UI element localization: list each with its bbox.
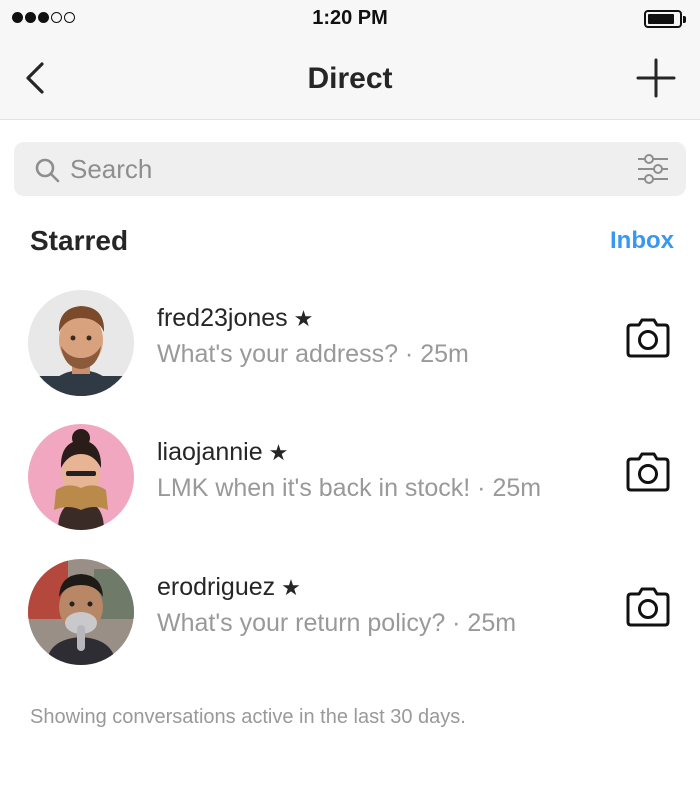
search-icon <box>35 158 60 183</box>
star-icon: ★ <box>281 575 301 600</box>
star-icon: ★ <box>293 306 314 331</box>
thread-username: fred23jones ★ <box>157 304 313 333</box>
search-input[interactable] <box>70 150 630 188</box>
page-title: Direct <box>307 62 393 95</box>
avatar <box>28 290 134 396</box>
thread-row[interactable]: liaojannie ★ LMK when it's back in stock!… <box>0 418 700 538</box>
thread-row[interactable]: fred23jones ★ What's your address? · 25m <box>0 284 700 404</box>
battery-level <box>648 14 674 24</box>
username-text: liaojannie <box>157 438 263 466</box>
sliders-icon[interactable] <box>636 152 670 186</box>
thread-row[interactable]: erodriguez ★ What's your return policy? ·… <box>0 553 700 673</box>
section-title: Starred <box>30 225 129 256</box>
status-bar: 1:20 PM <box>0 0 700 38</box>
username-text: fred23jones <box>157 304 288 332</box>
search-bar <box>14 142 686 196</box>
star-icon: ★ <box>268 440 289 465</box>
thread-preview: What's your return policy? · 25m <box>157 609 517 637</box>
new-message-button[interactable] <box>634 56 678 100</box>
inbox-link[interactable]: Inbox <box>610 227 674 255</box>
thread-preview: What's your address? · 25m <box>157 340 469 368</box>
camera-icon[interactable] <box>624 450 672 494</box>
thread-username: liaojannie ★ <box>157 438 288 467</box>
status-time: 1:20 PM <box>312 7 388 29</box>
camera-icon[interactable] <box>624 316 672 360</box>
username-text: erodriguez <box>157 573 276 601</box>
avatar <box>28 424 134 530</box>
plus-icon <box>636 58 676 98</box>
thread-preview: LMK when it's back in stock! · 25m <box>157 474 542 502</box>
section-header: Starred Inbox <box>0 222 700 262</box>
battery-icon <box>644 10 686 28</box>
footer-note: Showing conversations active in the last… <box>30 706 466 728</box>
avatar <box>28 559 134 665</box>
thread-username: erodriguez ★ <box>157 573 301 602</box>
back-button[interactable] <box>18 58 58 98</box>
chevron-left-icon <box>26 62 44 94</box>
camera-icon[interactable] <box>624 585 672 629</box>
nav-bar: Direct <box>0 38 700 120</box>
